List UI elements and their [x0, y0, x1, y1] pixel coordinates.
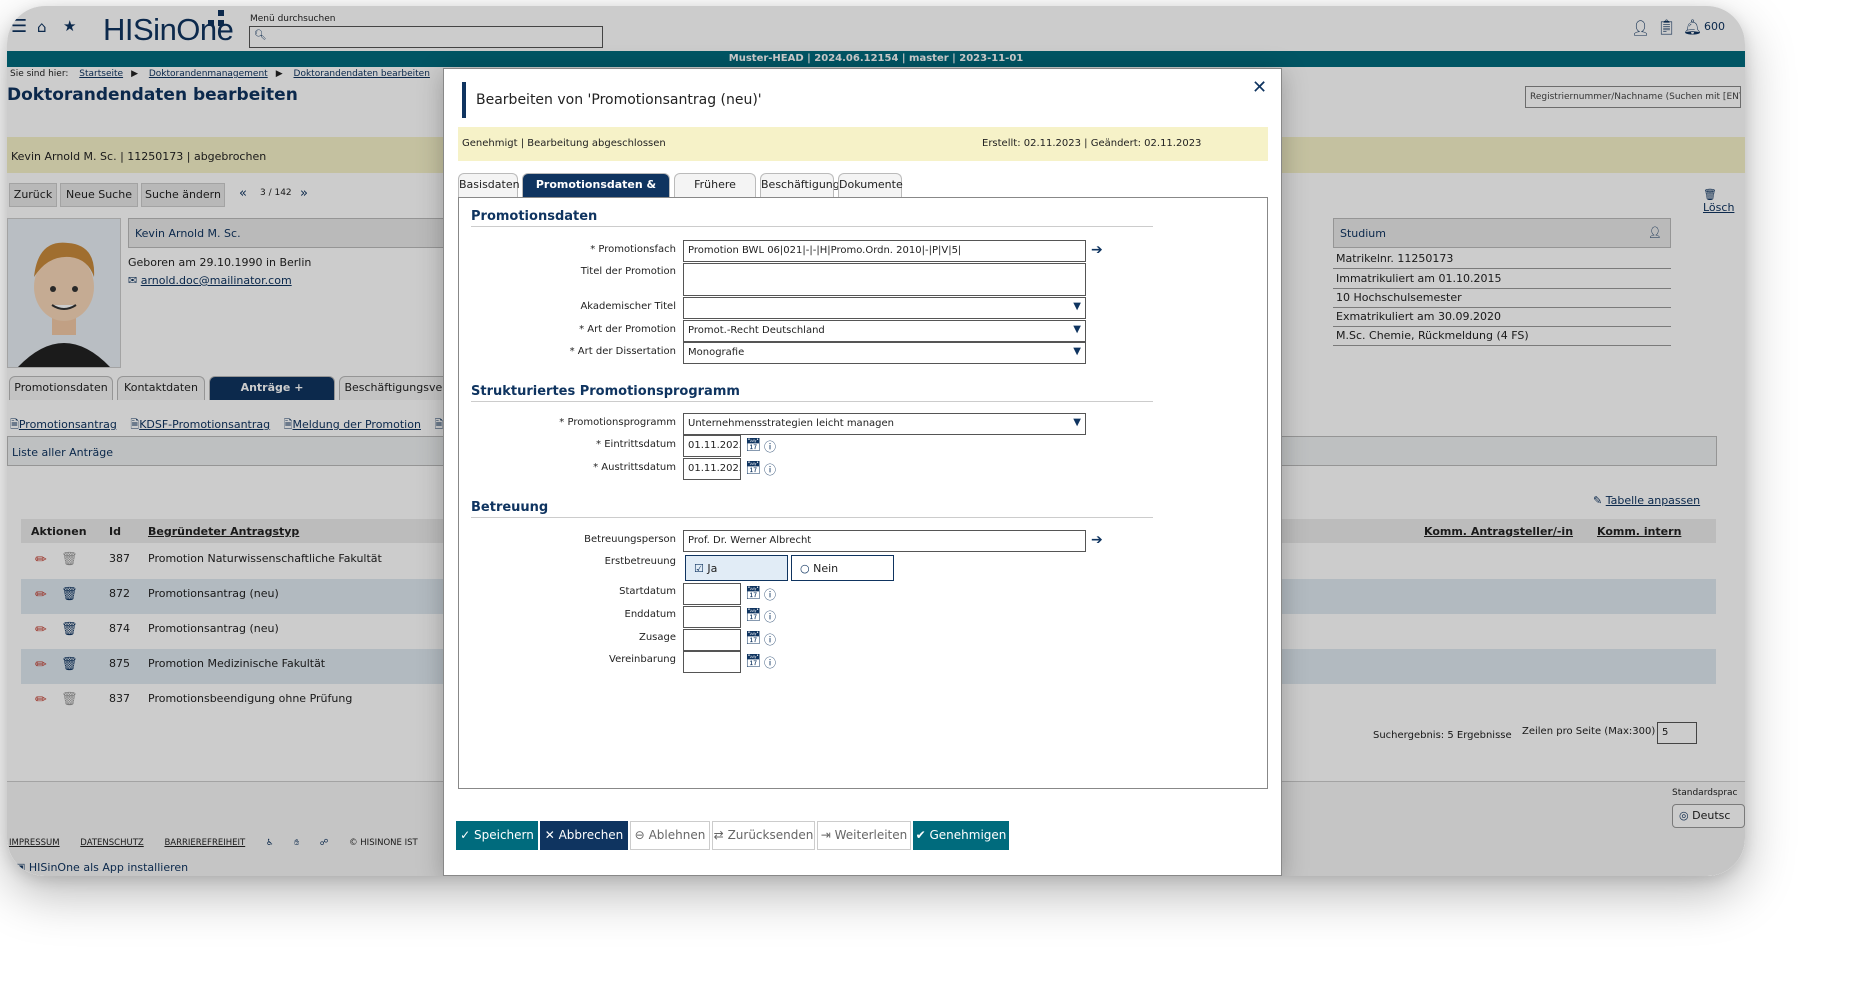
calendar-icon[interactable]: 📅︎	[745, 654, 762, 669]
dialog-status-bar: Genehmigt | Bearbeitung abgeschlossen Er…	[458, 127, 1268, 161]
startdatum-input[interactable]	[683, 583, 741, 605]
info-icon[interactable]: ⓘ	[764, 461, 776, 478]
minus-circle-icon: ⊖	[634, 828, 645, 842]
check-circle-icon: ✔	[915, 828, 926, 842]
tab-basisdaten[interactable]: Basisdaten	[458, 173, 520, 197]
startdatum-label: Startdatum	[619, 586, 676, 597]
forward-icon: ⇥	[820, 828, 831, 842]
tab-dokumente[interactable]: Dokumente	[838, 173, 903, 197]
check-icon: ✓	[460, 828, 471, 842]
calendar-icon[interactable]: 📅︎	[745, 461, 762, 476]
austrittsdatum-input[interactable]: 01.11.2025	[683, 458, 741, 480]
erstbetreuung-nein-radio[interactable]: ○ Nein	[791, 555, 894, 581]
section-divider	[471, 226, 1153, 227]
betreuungsperson-input[interactable]: Prof. Dr. Werner Albrecht	[683, 530, 1086, 552]
section-promotionsdaten: Promotionsdaten	[471, 209, 598, 224]
eintrittsdatum-label: * Eintrittsdatum	[596, 439, 676, 450]
status-text: Genehmigt | Bearbeitung abgeschlossen	[462, 138, 666, 149]
calendar-icon[interactable]: 📅︎	[745, 586, 762, 601]
erstbetreuung-ja-radio[interactable]: ☑ Ja	[685, 555, 788, 581]
section-betreuung: Betreuung	[471, 500, 549, 515]
close-icon: ✕	[544, 828, 555, 842]
zusage-label: Zusage	[638, 632, 676, 643]
section-divider	[471, 401, 1153, 402]
radio-icon: ○	[800, 562, 810, 575]
eintrittsdatum-input[interactable]: 01.11.2023	[683, 435, 741, 457]
vereinbarung-label: Vereinbarung	[609, 654, 676, 665]
forward-button[interactable]: ⇥ Weiterleiten	[817, 821, 911, 850]
edit-dialog: Bearbeiten von 'Promotionsantrag (neu)' …	[443, 68, 1282, 876]
close-icon[interactable]: ✕	[1252, 77, 1267, 98]
swap-arrows-icon: ⇄	[713, 828, 724, 842]
chevron-down-icon: ▼	[1073, 417, 1081, 428]
promotionsfach-label: * Promotionsfach	[590, 244, 676, 255]
vereinbarung-input[interactable]	[683, 651, 741, 673]
enddatum-input[interactable]	[683, 606, 741, 628]
section-promotionsprogramm: Strukturiertes Promotionsprogramm	[471, 384, 740, 399]
save-button[interactable]: ✓ Speichern	[456, 821, 538, 850]
tab-fruehere-studien[interactable]: Frühere Studien	[674, 173, 756, 213]
arrow-right-icon[interactable]: ➔	[1091, 532, 1103, 548]
tab-promotionsdaten-betreuung[interactable]: Promotionsdaten & Betreuung	[522, 173, 670, 213]
promotionsprogramm-select[interactable]: Unternehmensstrategien leicht managen ▼	[683, 413, 1086, 435]
calendar-icon[interactable]: 📅︎	[745, 631, 762, 646]
art-dissertation-label: * Art der Dissertation	[569, 346, 676, 357]
dialog-form: Promotionsdaten * Promotionsfach Promoti…	[458, 197, 1268, 789]
info-icon[interactable]: ⓘ	[764, 586, 776, 603]
art-dissertation-select[interactable]: Monografie ▼	[683, 342, 1086, 364]
tab-beschaeftigung[interactable]: Beschäftigung	[760, 173, 840, 197]
austrittsdatum-label: * Austrittsdatum	[593, 462, 676, 473]
approve-button[interactable]: ✔ Genehmigen	[913, 821, 1009, 850]
erstbetreuung-label: Erstbetreuung	[604, 556, 676, 567]
zusage-input[interactable]	[683, 629, 741, 651]
promotionsfach-input[interactable]: Promotion BWL 06|021|-|-|H|Promo.Ordn. 2…	[683, 240, 1086, 262]
akademischer-titel-label: Akademischer Titel	[580, 301, 676, 312]
chevron-down-icon: ▼	[1073, 346, 1081, 357]
art-promotion-select[interactable]: Promot.-Recht Deutschland ▼	[683, 320, 1086, 342]
section-divider	[471, 517, 1153, 518]
info-icon[interactable]: ⓘ	[764, 608, 776, 625]
info-icon[interactable]: ⓘ	[764, 631, 776, 648]
akademischer-titel-select[interactable]: ▼	[683, 297, 1086, 319]
titel-label: Titel der Promotion	[580, 266, 676, 277]
art-promotion-label: * Art der Promotion	[579, 324, 676, 335]
calendar-icon[interactable]: 📅︎	[745, 438, 762, 453]
reject-button[interactable]: ⊖ Ablehnen	[630, 821, 710, 850]
arrow-right-icon[interactable]: ➔	[1091, 242, 1103, 258]
titel-textarea[interactable]	[683, 263, 1086, 296]
betreuungsperson-label: Betreuungsperson	[584, 534, 676, 545]
promotionsprogramm-label: * Promotionsprogramm	[559, 417, 676, 428]
info-icon[interactable]: ⓘ	[764, 438, 776, 455]
info-icon[interactable]: ⓘ	[764, 654, 776, 671]
cancel-button[interactable]: ✕ Abbrechen	[540, 821, 628, 850]
dialog-title: Bearbeiten von 'Promotionsantrag (neu)'	[462, 82, 772, 118]
send-back-button[interactable]: ⇄ Zurücksenden	[712, 821, 815, 850]
chevron-down-icon: ▼	[1073, 324, 1081, 335]
enddatum-label: Enddatum	[624, 609, 676, 620]
dates-text: Erstellt: 02.11.2023 | Geändert: 02.11.2…	[982, 138, 1202, 149]
calendar-icon[interactable]: 📅︎	[745, 608, 762, 623]
checked-radio-icon: ☑	[694, 562, 704, 575]
chevron-down-icon: ▼	[1073, 301, 1081, 312]
